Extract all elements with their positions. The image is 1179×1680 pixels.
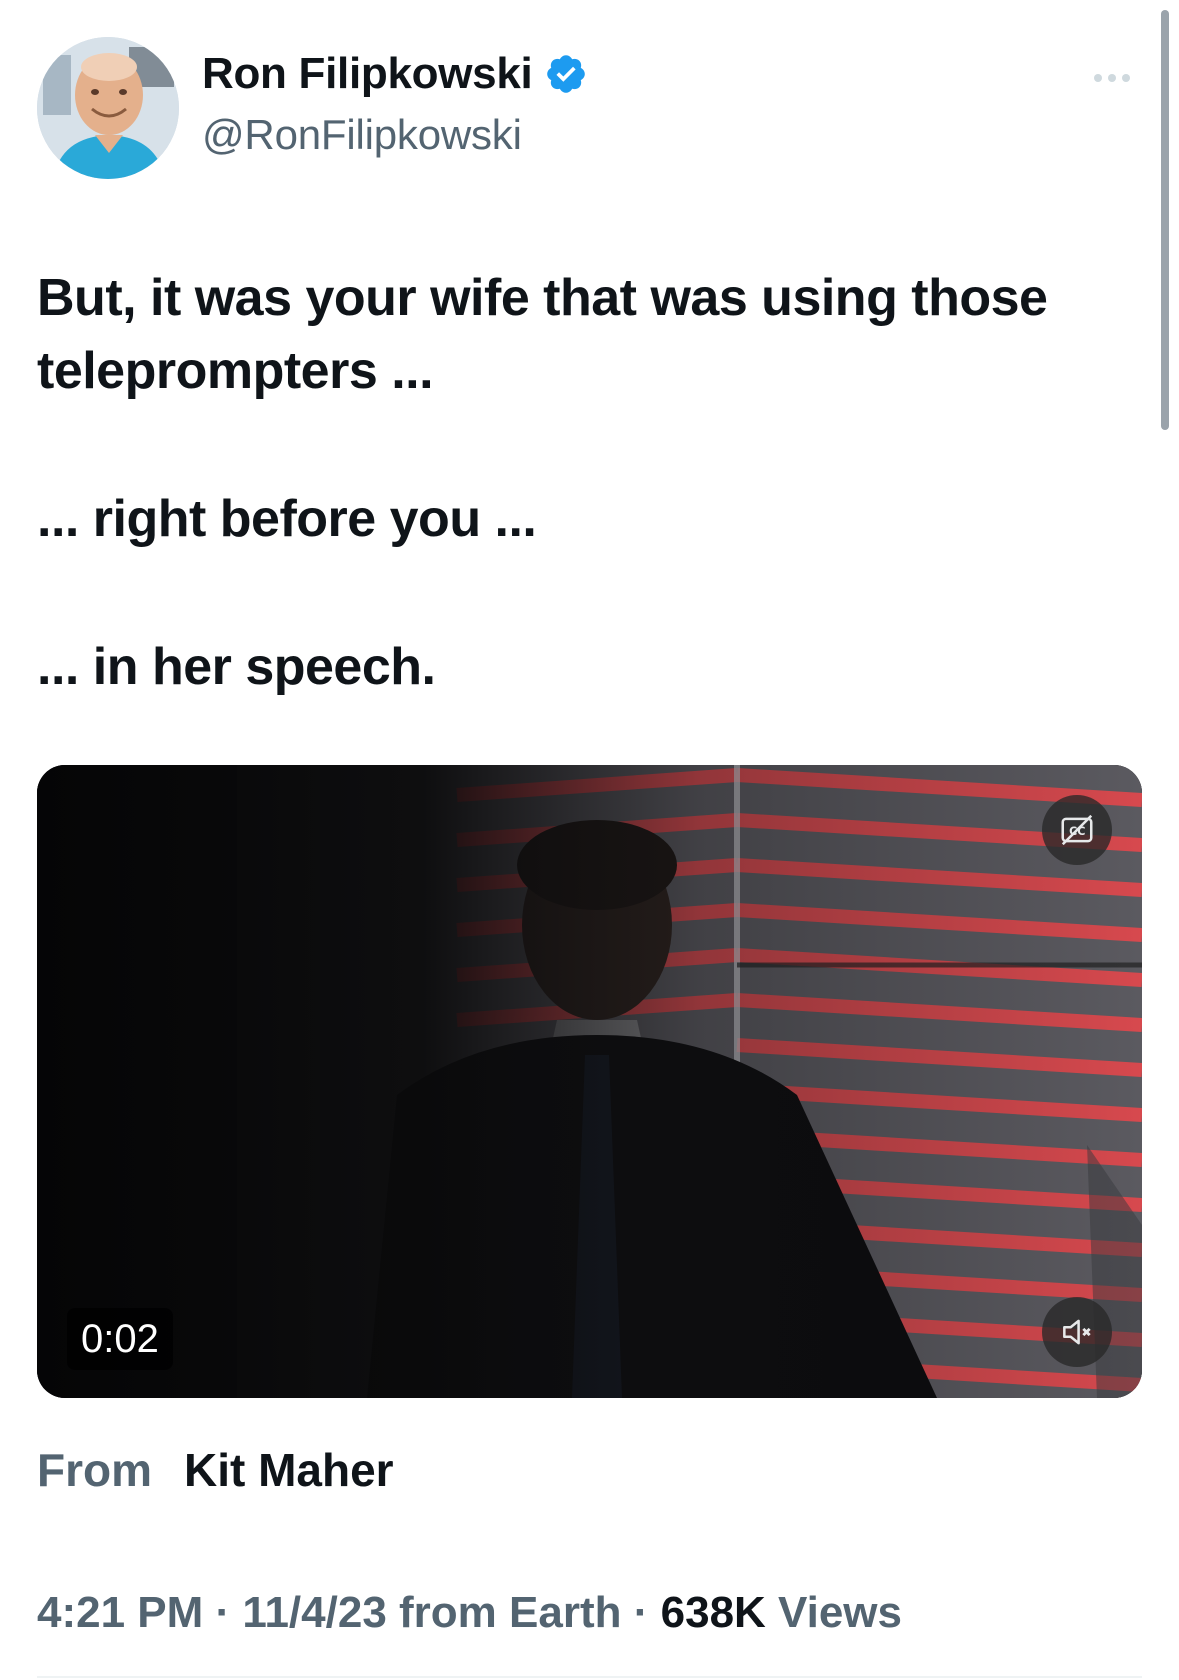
tweet-meta: 4:21 PM · 11/4/23 from Earth · 638K View… [37, 1591, 902, 1635]
avatar-image [37, 37, 179, 179]
scrollbar[interactable] [1161, 10, 1169, 430]
tweet-line-2: ... right before you ... [37, 490, 537, 548]
more-dot [1108, 74, 1116, 82]
speaker-muted-icon [1063, 1319, 1091, 1345]
source-attribution: From Kit Maher [37, 1447, 394, 1493]
tweet-time[interactable]: 4:21 PM [37, 1588, 203, 1637]
mute-button[interactable] [1042, 1297, 1112, 1367]
tweet-line-3: ... in her speech. [37, 638, 436, 696]
tweet-date-location[interactable]: 11/4/23 from Earth [242, 1588, 621, 1637]
captions-button[interactable]: CC [1042, 795, 1112, 865]
meta-separator: · [633, 1588, 649, 1637]
source-name-link[interactable]: Kit Maher [184, 1447, 394, 1493]
more-dot [1094, 74, 1102, 82]
meta-separator: · [215, 1588, 231, 1637]
views-label[interactable]: Views [778, 1588, 902, 1637]
tweet-text: But, it was your wife that was using tho… [37, 262, 1127, 704]
author-name-row[interactable]: Ron Filipkowski [202, 52, 588, 96]
author-display-name[interactable]: Ron Filipkowski [202, 52, 533, 96]
more-horizontal-icon[interactable] [1094, 66, 1138, 90]
more-dot [1122, 74, 1130, 82]
source-label: From [37, 1444, 152, 1496]
tweet-line-1: But, it was your wife that was using tho… [37, 269, 1048, 400]
closed-captions-off-icon: CC [1061, 814, 1093, 846]
video-player[interactable]: CC 0:02 [37, 765, 1142, 1398]
video-frame [37, 765, 1142, 1398]
views-count[interactable]: 638K [661, 1588, 766, 1637]
author-handle[interactable]: @RonFilipkowski [202, 114, 522, 156]
divider [37, 1676, 1142, 1678]
avatar[interactable] [37, 37, 179, 179]
verified-badge-icon [544, 52, 588, 96]
video-timestamp: 0:02 [67, 1308, 173, 1370]
